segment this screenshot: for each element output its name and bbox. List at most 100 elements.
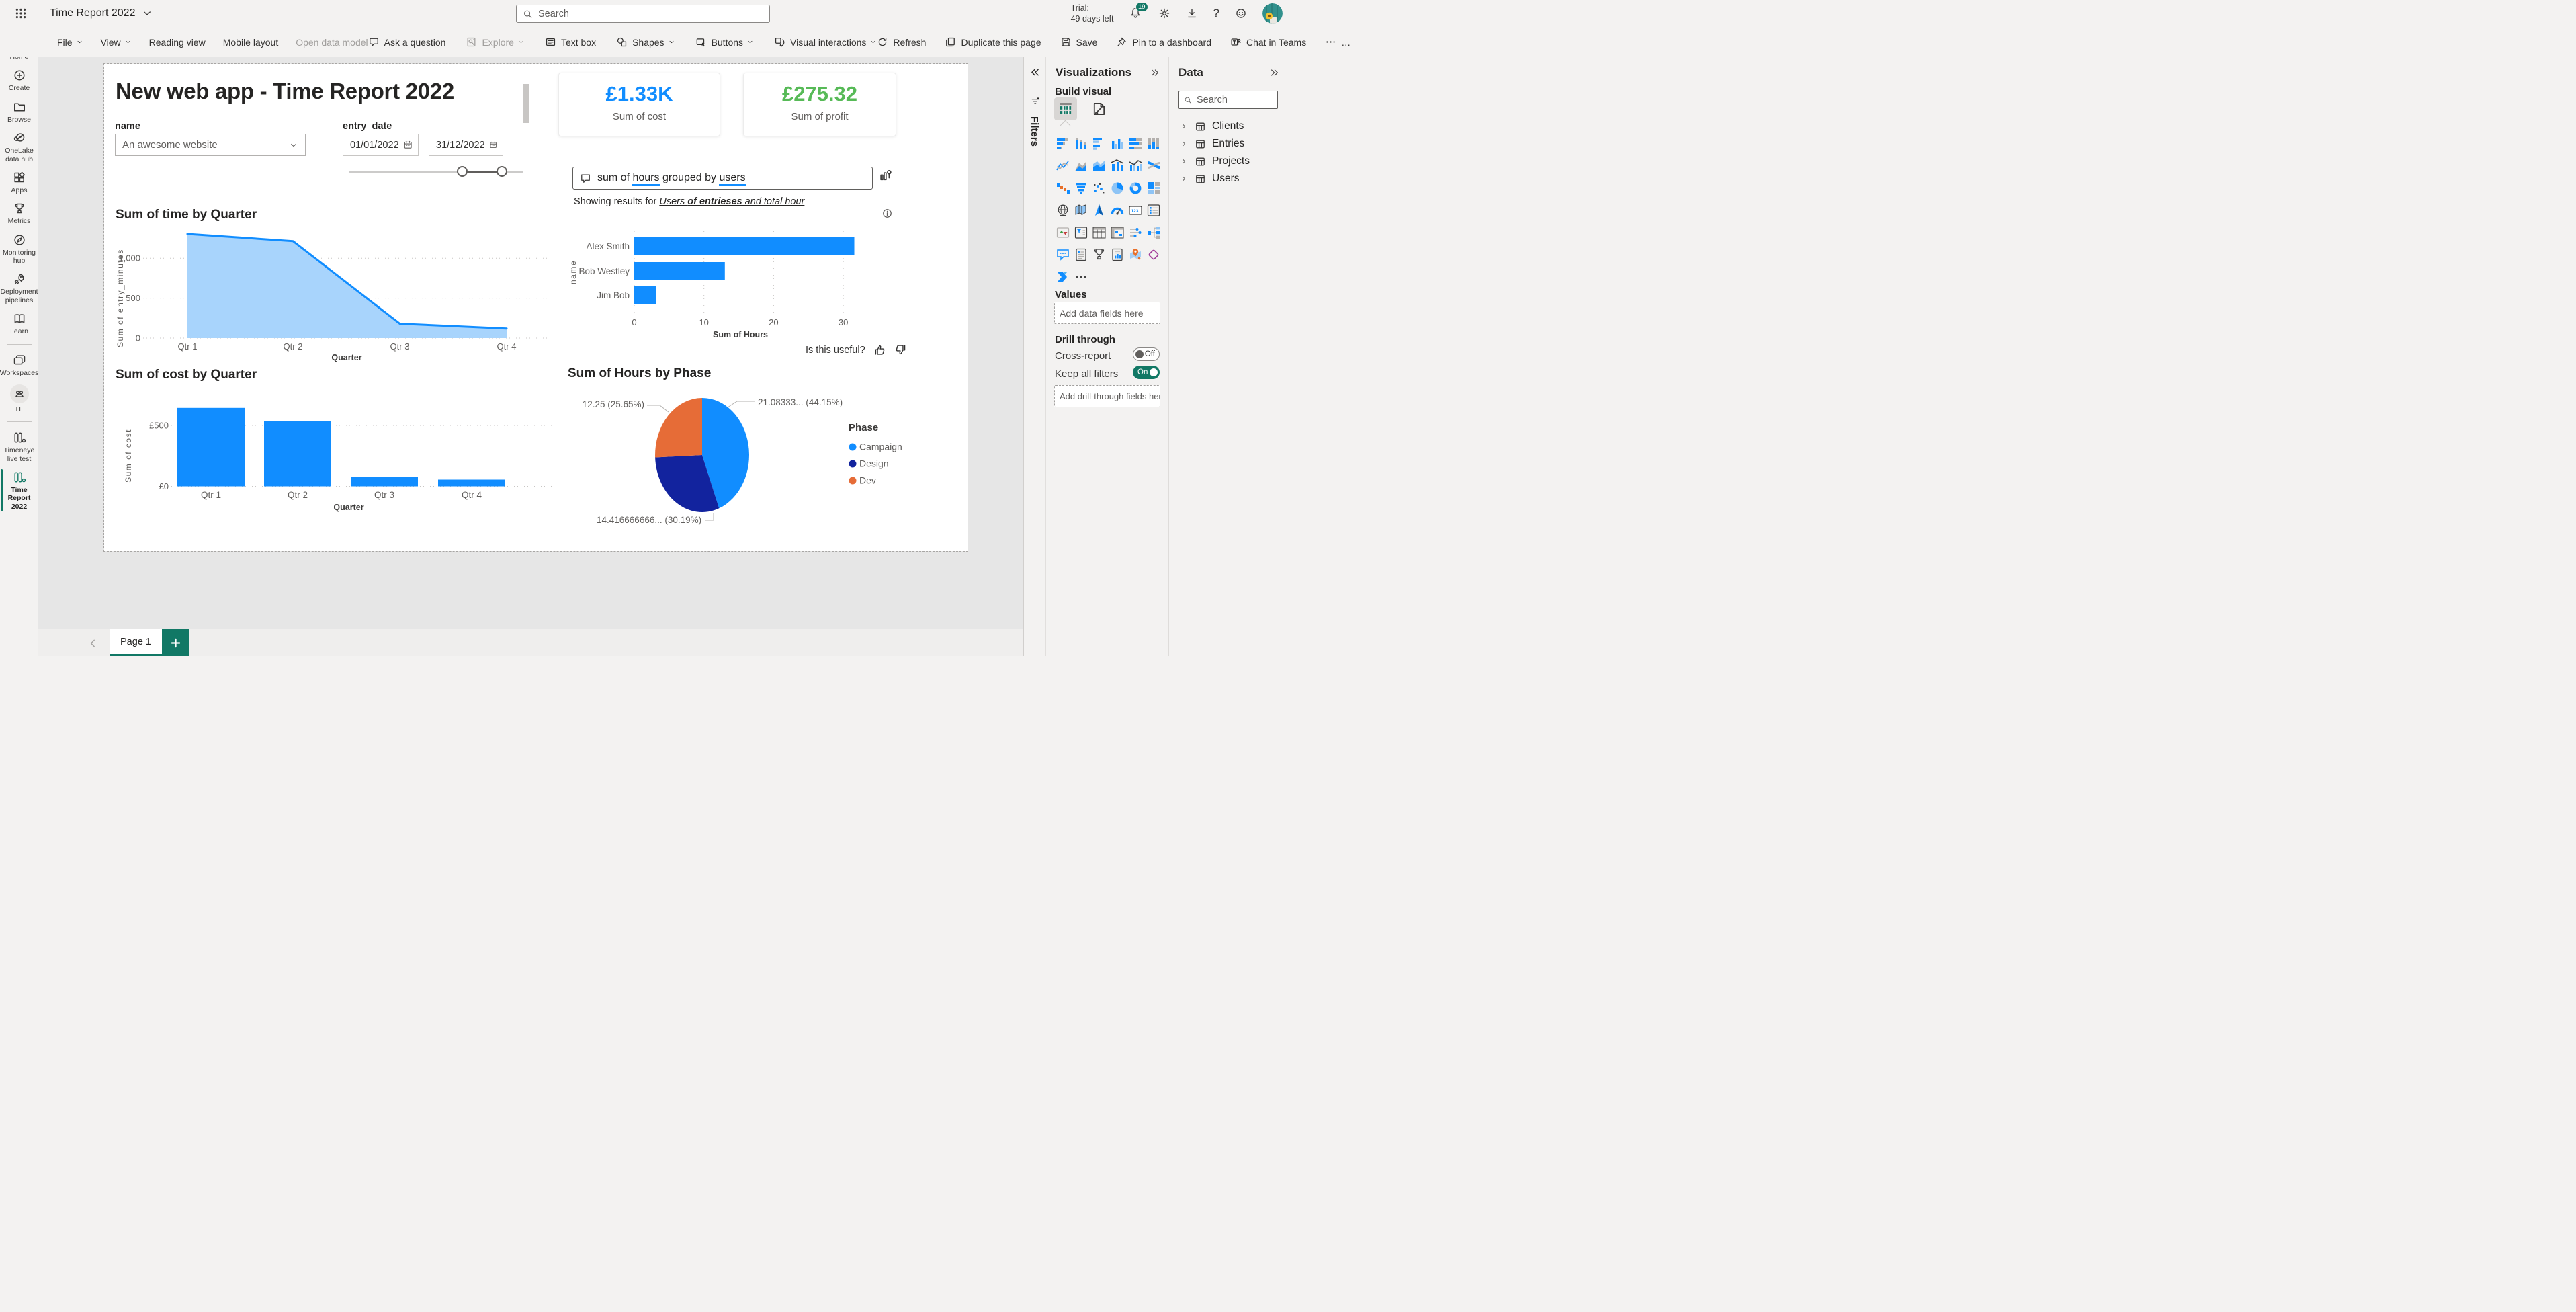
visual-type-azure-map-icon[interactable] <box>1090 202 1108 219</box>
sidebar-item-time-report-2022[interactable]: Time Report 2022 <box>0 466 38 514</box>
help-button[interactable]: ? <box>1213 7 1219 20</box>
sidebar-item-monitoring-hub[interactable]: Monitoring hub <box>0 229 38 269</box>
data-table-users[interactable]: Users <box>1169 170 1288 188</box>
keep-all-filters-toggle[interactable]: On <box>1133 366 1160 379</box>
sidebar-item-create[interactable]: Create <box>0 65 38 95</box>
ask-a-question-button[interactable]: Ask a question <box>368 36 446 48</box>
visual-type-matrix-icon[interactable] <box>1109 224 1126 241</box>
visual-type-dot-plot-icon[interactable] <box>1127 224 1144 241</box>
visual-type-stacked-column-icon[interactable] <box>1072 135 1090 153</box>
showing-results-phrase[interactable]: Users of entrieses and total hour <box>659 196 804 207</box>
search-input[interactable] <box>538 9 763 19</box>
visual-type-pie-icon[interactable] <box>1109 179 1126 197</box>
app-title[interactable]: Time Report 2022 <box>50 0 153 27</box>
collapse-panel-icon[interactable] <box>1150 67 1160 78</box>
visual-type-ribbon-icon[interactable] <box>1145 157 1162 175</box>
area-chart-time-by-quarter[interactable]: 05001,000Qtr 1Qtr 2Qtr 3Qtr 4QuarterSum … <box>114 227 557 364</box>
date-range-slider[interactable] <box>349 165 523 178</box>
sidebar-item-apps[interactable]: Apps <box>0 167 38 198</box>
visual-type-stacked-bar-icon[interactable] <box>1054 135 1072 153</box>
filters-label[interactable]: Filters <box>1029 116 1040 147</box>
format-visual-button[interactable] <box>1088 97 1111 120</box>
bar-chart-hours-by-user[interactable]: 0102030Alex SmithBob WestleyJim BobSum o… <box>568 227 884 343</box>
visual-type-map-icon[interactable] <box>1054 202 1072 219</box>
visual-type-line-icon[interactable] <box>1054 157 1072 175</box>
date-to-input[interactable]: 31/12/2022 <box>429 134 503 156</box>
textbox-scrollbar[interactable] <box>523 84 529 123</box>
date-from-input[interactable]: 01/01/2022 <box>343 134 419 156</box>
duplicate-this-page-button[interactable]: Duplicate this page <box>945 36 1041 48</box>
calendar-icon[interactable] <box>489 140 497 150</box>
visual-type-arcgis-map-icon[interactable] <box>1127 246 1144 263</box>
visual-type-treemap-icon[interactable] <box>1145 179 1162 197</box>
visual-type-table-icon[interactable] <box>1090 224 1108 241</box>
sidebar-item-workspaces[interactable]: Workspaces <box>0 350 38 380</box>
data-table-projects[interactable]: Projects <box>1169 153 1288 170</box>
new-page-button[interactable] <box>162 629 189 656</box>
feedback-button[interactable] <box>1235 7 1247 19</box>
sidebar-item-learn[interactable]: Learn <box>0 308 38 339</box>
data-search-input[interactable] <box>1197 95 1273 106</box>
sidebar-item-te[interactable]: TE <box>0 380 38 417</box>
visual-type-kpi-icon[interactable] <box>1054 224 1072 241</box>
card-sum-of-profit[interactable]: £275.32 Sum of profit <box>743 73 896 136</box>
visual-interactions-button[interactable]: Visual interactions <box>774 36 877 48</box>
cross-report-toggle[interactable]: Off <box>1133 347 1160 361</box>
visual-type-stacked-area-icon[interactable] <box>1090 157 1108 175</box>
chevron-right-icon[interactable] <box>1180 175 1188 183</box>
reading-view-button[interactable]: Reading view <box>149 37 206 48</box>
visual-type-clustered-bar-icon[interactable] <box>1090 135 1108 153</box>
calendar-icon[interactable] <box>403 140 413 150</box>
thumbs-down-icon[interactable] <box>894 343 907 356</box>
save-button[interactable]: Save <box>1060 36 1098 48</box>
download-button[interactable] <box>1186 7 1198 19</box>
visual-type-pct-stacked-column-icon[interactable] <box>1145 135 1162 153</box>
view-menu-button[interactable]: View <box>101 37 132 48</box>
text-box-button[interactable]: Text box <box>545 36 596 48</box>
user-avatar[interactable] <box>1262 3 1283 24</box>
chat-in-teams-button[interactable]: Chat in Teams <box>1230 36 1306 48</box>
slider-handle-start[interactable] <box>457 166 468 177</box>
pin-to-dashboard-button[interactable]: Pin to a dashboard <box>1116 36 1211 48</box>
visual-type-gauge-icon[interactable] <box>1109 202 1126 219</box>
visual-type-line-stacked-column-icon[interactable] <box>1109 157 1126 175</box>
visual-type-filled-map-icon[interactable] <box>1072 202 1090 219</box>
thumbs-up-icon[interactable] <box>873 343 886 356</box>
qna-query-text[interactable]: sum of hours grouped by users <box>597 172 746 184</box>
visual-type-funnel-icon[interactable] <box>1072 179 1090 197</box>
more-options-button[interactable]: … <box>1325 36 1350 48</box>
qna-question-box[interactable]: sum of hours grouped by users <box>572 167 873 190</box>
report-page[interactable]: New web app - Time Report 2022 name An a… <box>104 64 968 551</box>
page-tab[interactable]: Page 1 <box>110 629 162 656</box>
visual-type-power-apps-icon[interactable] <box>1145 246 1162 263</box>
visual-type-goals-icon[interactable] <box>1090 246 1108 263</box>
visual-type-pct-stacked-bar-icon[interactable] <box>1127 135 1144 153</box>
chevron-right-icon[interactable] <box>1180 122 1188 130</box>
sidebar-item-deployment-pipelines[interactable]: Deployment pipelines <box>0 268 38 308</box>
sidebar-item-metrics[interactable]: Metrics <box>0 198 38 229</box>
notifications-button[interactable]: 19 <box>1129 7 1143 20</box>
visual-type-scatter-icon[interactable] <box>1090 179 1108 197</box>
visual-type-power-automate-icon[interactable] <box>1054 268 1072 286</box>
data-table-clients[interactable]: Clients <box>1169 118 1288 135</box>
slider-handle-end[interactable] <box>497 166 507 177</box>
app-launcher-icon[interactable] <box>15 7 27 19</box>
visual-type-paginated-report-icon[interactable] <box>1109 246 1126 263</box>
global-search[interactable] <box>516 5 770 23</box>
collapse-panel-icon[interactable] <box>1269 67 1280 78</box>
add-data-fields-well[interactable]: Add data fields here <box>1054 302 1160 324</box>
previous-page-arrow[interactable] <box>87 637 99 649</box>
visual-type-line-clustered-column-icon[interactable] <box>1127 157 1144 175</box>
visual-type-waterfall-icon[interactable] <box>1054 179 1072 197</box>
name-slicer-dropdown[interactable]: An awesome website <box>115 134 306 156</box>
chevron-right-icon[interactable] <box>1180 140 1188 148</box>
buttons-button[interactable]: Buttons <box>695 36 754 48</box>
visual-type-area-icon[interactable] <box>1072 157 1090 175</box>
add-drill-through-fields-well[interactable]: Add drill-through fields here <box>1054 385 1160 407</box>
mobile-layout-button[interactable]: Mobile layout <box>223 37 279 48</box>
chevron-right-icon[interactable] <box>1180 157 1188 165</box>
visual-type-decomposition-tree-icon[interactable] <box>1145 224 1162 241</box>
card-sum-of-cost[interactable]: £1.33K Sum of cost <box>558 73 720 136</box>
visual-type-slicer-icon[interactable] <box>1072 224 1090 241</box>
visual-type-card-icon[interactable]: 123 <box>1127 202 1144 219</box>
